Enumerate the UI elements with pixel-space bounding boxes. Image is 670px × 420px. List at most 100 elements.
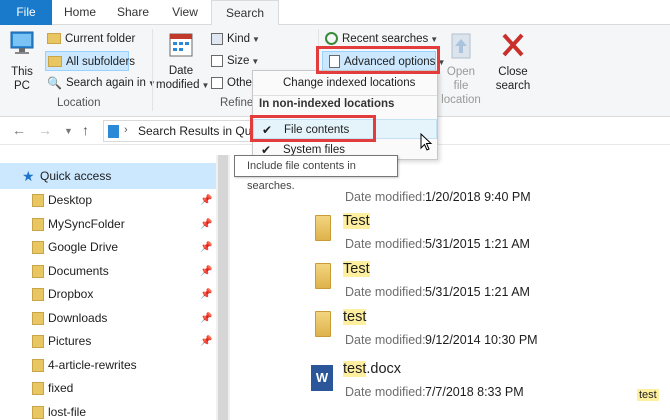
all-subfolders-button[interactable]: All subfolders <box>45 51 135 71</box>
file-name: test.docx <box>343 361 401 377</box>
folder-icon <box>315 215 331 241</box>
date-modified-value: 7/7/2018 8:33 PM <box>425 385 524 399</box>
folder-icon <box>32 241 44 254</box>
search-again-button[interactable]: 🔍Search again in▼ <box>47 73 156 93</box>
date-modified-label: Date modified: <box>345 237 426 251</box>
folders-icon <box>48 56 62 68</box>
size-button[interactable]: Size ▼ <box>211 51 259 71</box>
folder-icon <box>32 335 44 348</box>
date-modified-button[interactable]: Date modified ▼ <box>156 30 209 93</box>
tab-file[interactable]: File <box>0 0 52 25</box>
all-subfolders-label: All subfolders <box>66 56 136 68</box>
search-match-highlight: test <box>343 309 367 325</box>
annotation-highlight-advanced-options <box>316 46 440 74</box>
pin-icon: 📌 <box>200 265 213 277</box>
change-indexed-locations-item[interactable]: Change indexed locations <box>253 73 437 93</box>
file-name: Test <box>343 261 370 277</box>
refine-group-label: Refine <box>220 97 254 109</box>
folder-icon <box>315 311 331 337</box>
nav-item-quick-access[interactable]: ★ Quick access <box>0 163 216 189</box>
size-label: Size <box>227 55 250 67</box>
date-modified-value: 5/31/2015 1:21 AM <box>425 285 530 299</box>
size-icon <box>211 54 223 67</box>
pin-icon: 📌 <box>200 242 213 253</box>
mouse-cursor-icon <box>420 133 433 151</box>
sidebar-item-label: Documents <box>48 263 109 278</box>
search-icon: 🔍 <box>47 76 62 90</box>
list-item[interactable]: Wtest.docx Date modified: 7/7/2018 8:33 PM… <box>253 359 670 407</box>
chevron-down-icon: ▼ <box>251 57 260 66</box>
other-properties-button[interactable]: Othe <box>211 73 252 93</box>
tooltip: Include file contents in searches. <box>234 155 398 192</box>
recent-locations-chevron-icon[interactable]: ▼ <box>64 126 73 136</box>
tab-share[interactable]: Share <box>113 0 153 25</box>
navigation-pane: ★ Quick access Desktop 📌 MySyncFolder 📌 Goog… <box>0 155 216 420</box>
sidebar-item[interactable]: 4-article-rewrites <box>0 354 216 377</box>
search-results-icon <box>108 125 119 138</box>
pin-icon: 📌 <box>200 289 213 300</box>
back-arrow-icon[interactable]: ← <box>12 122 26 138</box>
scrollbar-thumb[interactable] <box>218 155 228 420</box>
this-pc-label: This PC <box>11 66 33 92</box>
sidebar-item[interactable]: Desktop 📌 <box>0 189 216 212</box>
pin-icon: 📌 <box>200 195 213 206</box>
sidebar-item[interactable]: MySyncFolder 📌 <box>0 213 216 236</box>
other-properties-label: Othe <box>227 77 252 89</box>
folder-icon <box>32 194 44 207</box>
sidebar-item[interactable]: Documents 📌 <box>0 260 216 283</box>
list-item[interactable]: test Date modified: 9/12/2014 10:30 PM <box>253 307 670 355</box>
up-arrow-icon[interactable]: ↑ <box>82 122 89 138</box>
folder-icon <box>32 264 44 278</box>
sidebar-item[interactable]: Pictures 📌 <box>0 330 216 353</box>
date-modified-label: Date modified: <box>345 190 426 204</box>
search-again-label: Search again in <box>65 77 146 90</box>
folder-icon <box>32 311 44 325</box>
current-folder-label: Current folder <box>65 33 136 45</box>
date-modified-value: 1/20/2018 9:40 PM <box>425 190 531 204</box>
date-modified-label-2: modified <box>156 79 200 91</box>
close-search-label-2: search <box>495 80 531 92</box>
sidebar-item[interactable]: lost-file <box>0 401 216 420</box>
open-file-location-label-2: location <box>441 94 481 106</box>
close-icon <box>502 33 524 57</box>
close-search-button[interactable]: Close search <box>492 31 534 93</box>
folder-icon <box>32 382 44 395</box>
kind-icon <box>211 32 223 45</box>
chevron-down-icon: ▼ <box>430 35 439 44</box>
sidebar-item-label: lost-file <box>48 404 87 419</box>
computer-icon <box>10 31 34 54</box>
sidebar-item[interactable]: Google Drive 📌 <box>0 236 216 259</box>
folder-icon <box>32 358 44 372</box>
open-file-location-icon <box>451 33 471 59</box>
tab-search[interactable]: Search <box>211 0 279 26</box>
sidebar-item[interactable]: Dropbox 📌 <box>0 283 216 306</box>
sidebar-item[interactable]: Downloads 📌 <box>0 307 216 330</box>
folder-icon <box>315 263 331 289</box>
open-file-location-button[interactable]: Open file location <box>440 31 482 107</box>
list-item[interactable]: Test Date modified: 5/31/2015 1:21 AM <box>253 259 670 307</box>
this-pc-button[interactable]: This PC <box>4 29 40 93</box>
kind-button[interactable]: Kind ▼ <box>211 29 260 49</box>
properties-icon <box>211 76 223 89</box>
pin-icon: 📌 <box>200 336 213 347</box>
date-modified-label: Date modified: <box>345 285 426 299</box>
date-modified-label: Date modified: <box>345 385 426 399</box>
recent-searches-label: Recent searches <box>342 33 429 45</box>
address-field[interactable]: › Search Results in Quic <box>103 120 260 142</box>
tab-home[interactable]: Home <box>60 0 100 25</box>
pin-icon: 📌 <box>200 312 213 324</box>
list-item[interactable]: Test Date modified: 5/31/2015 1:21 AM <box>253 211 670 259</box>
chevron-down-icon: ▼ <box>252 35 260 44</box>
current-folder-button[interactable]: Current folder <box>47 29 135 49</box>
annotation-highlight-file-contents <box>250 115 376 142</box>
location-group-label: Location <box>57 97 101 109</box>
folder-icon <box>32 217 44 231</box>
group-divider <box>152 29 153 111</box>
sidebar-item[interactable]: fixed <box>0 377 216 400</box>
tab-view[interactable]: View <box>165 0 205 25</box>
close-search-label-1: Close <box>498 66 528 78</box>
forward-arrow-icon[interactable]: → <box>38 122 52 138</box>
sidebar-item-label: 4-article-rewrites <box>48 357 137 372</box>
ribbon-tab-bar: File Home Share View Search <box>0 0 670 26</box>
date-modified-value: 5/31/2015 1:21 AM <box>425 237 530 251</box>
